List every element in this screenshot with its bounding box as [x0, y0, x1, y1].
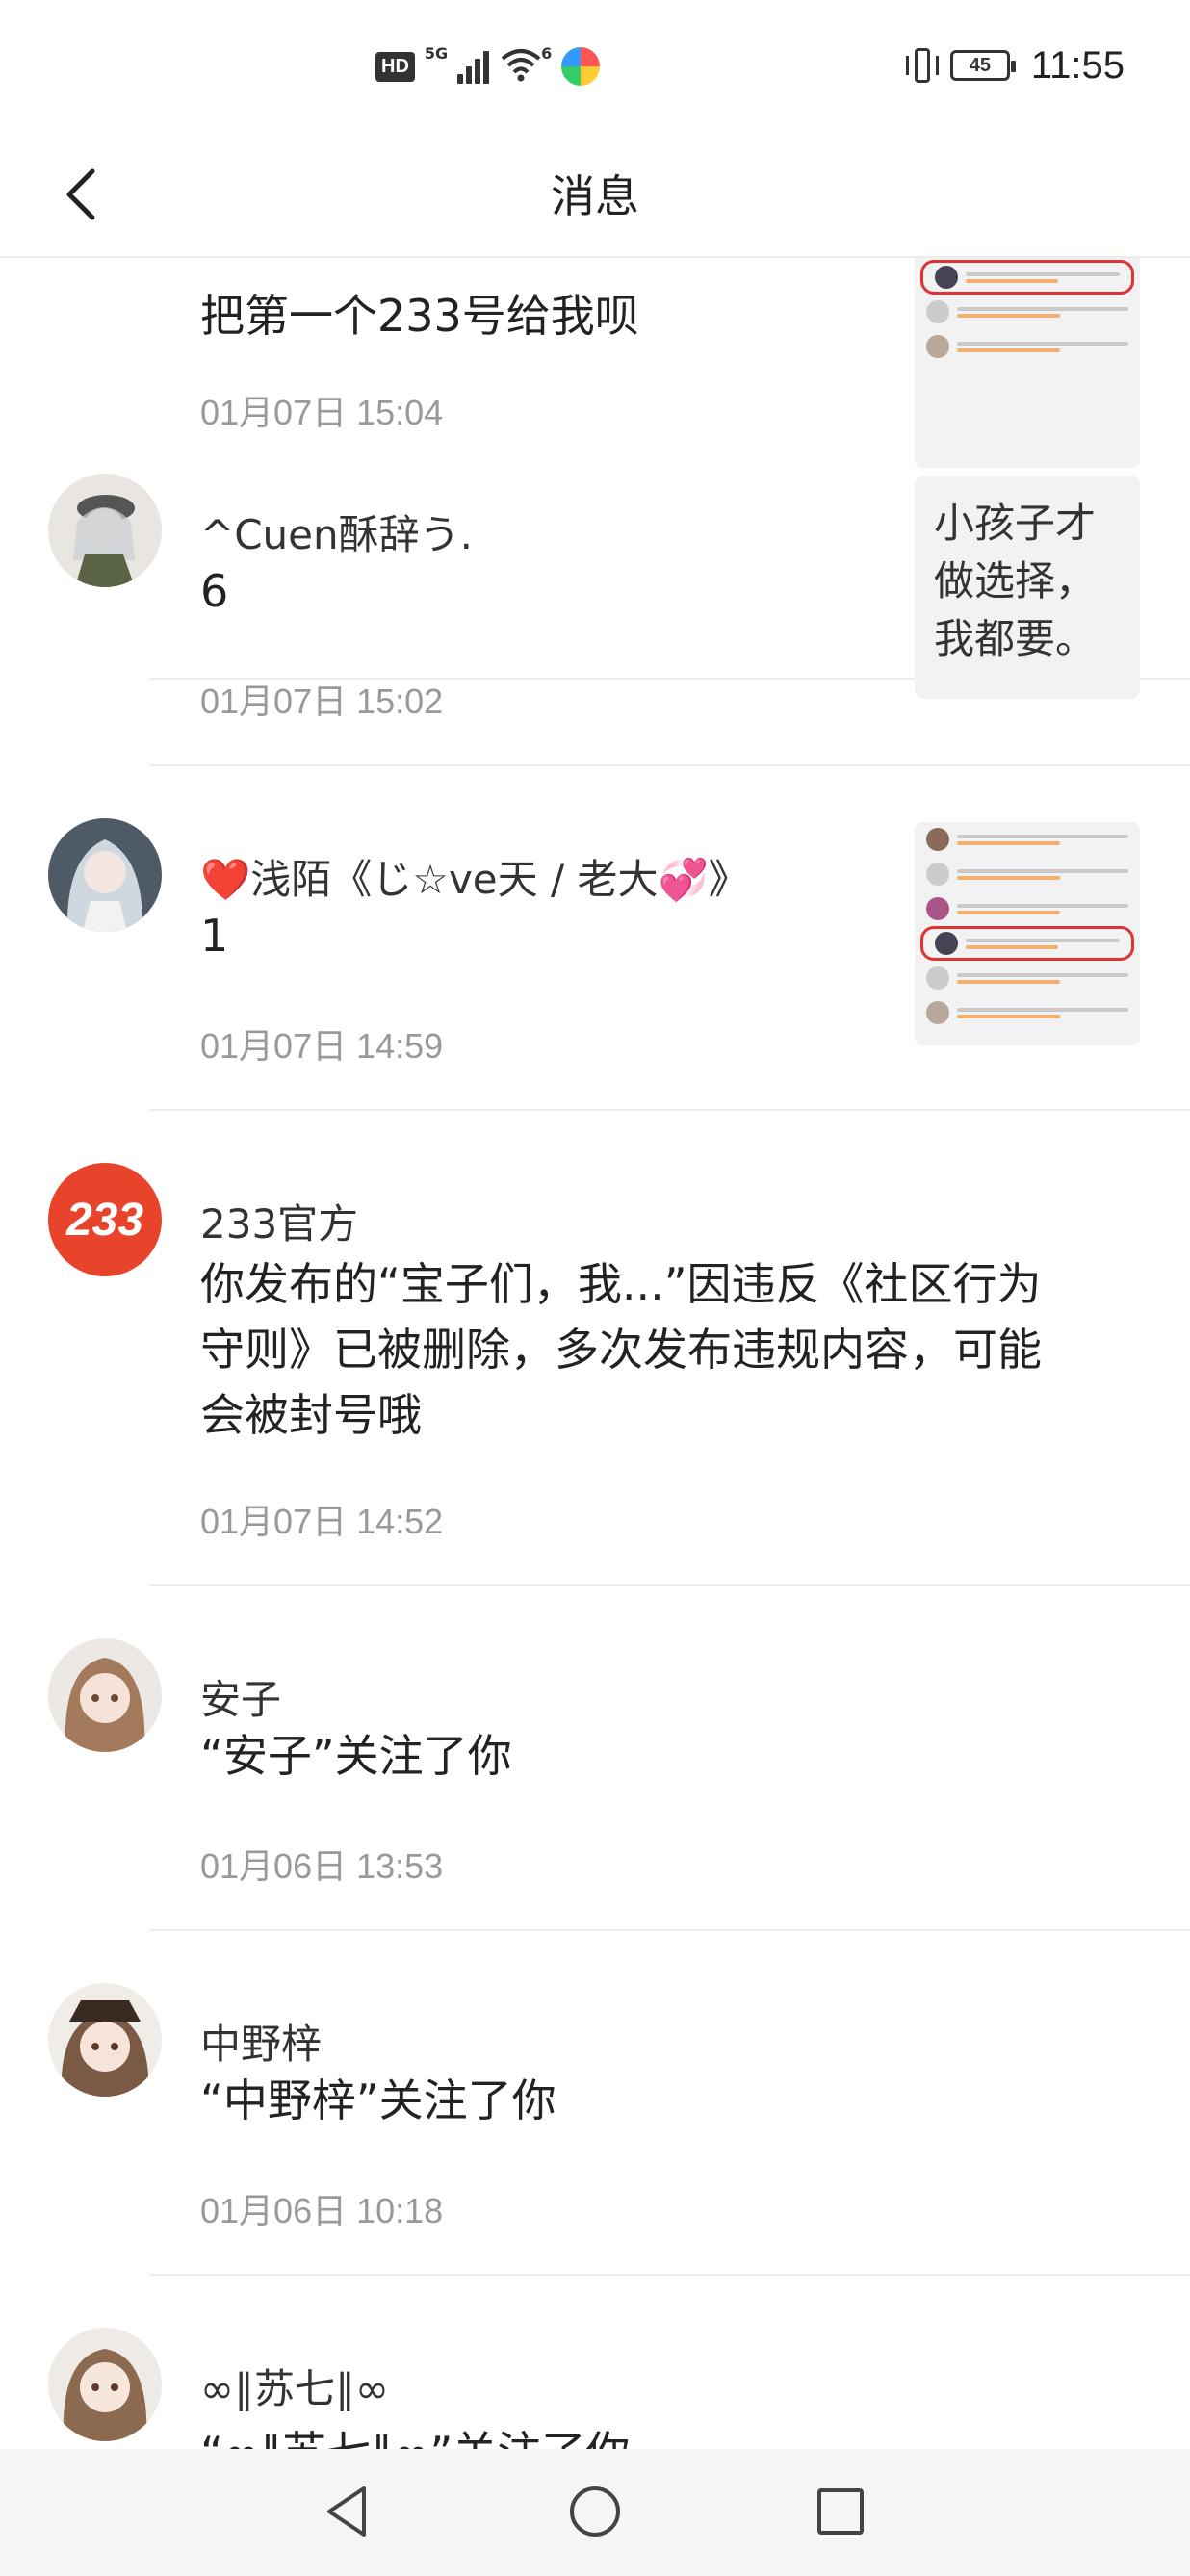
vibrate-icon [905, 46, 939, 85]
quoted-post[interactable]: 小孩子才做选择，我都要。 [915, 476, 1140, 699]
message-text: “安子”关注了你 [200, 1730, 512, 1782]
message-time: 01月06日 10:18 [200, 2191, 444, 2230]
nav-home-button[interactable] [561, 2478, 629, 2545]
status-right: 45 11:55 [905, 39, 1125, 92]
message-time: 01月07日 15:02 [200, 682, 444, 721]
nav-recents-button[interactable] [807, 2478, 874, 2545]
status-indicators: HD 5G 6 [375, 42, 601, 90]
battery-icon: 45 [949, 50, 1016, 81]
wifi-label: 6 [541, 43, 553, 63]
official-avatar[interactable]: 233 [48, 1163, 162, 1276]
clock: 11:55 [1030, 43, 1125, 87]
circle-home-icon [570, 2486, 620, 2537]
avatar-label: 233 [65, 1194, 144, 1246]
avatar[interactable] [48, 818, 162, 932]
app-notification-icon [561, 47, 601, 86]
message-time: 01月06日 13:53 [200, 1846, 444, 1886]
avatar[interactable] [48, 2328, 162, 2441]
list-item[interactable]: ^Cuen酥辞う. 6 01月07日 15:02 小孩子才做选择，我都要。 [0, 422, 1190, 766]
nav-back-button[interactable] [313, 2478, 380, 2545]
list-item[interactable]: 安子 “安子”关注了你 01月06日 13:53 [0, 1586, 1190, 1931]
message-text: “∞∥苏七∥∞”关注了你 [200, 2420, 1048, 2449]
list-item[interactable]: 中野梓 “中野梓”关注了你 01月06日 10:18 [0, 1931, 1190, 2276]
avatar[interactable] [48, 1983, 162, 2097]
app-header: 消息 [0, 135, 1190, 258]
list-item[interactable]: ∞∥苏七∥∞ “∞∥苏七∥∞”关注了你 [0, 2276, 1190, 2449]
status-bar: HD 5G 6 45 11:55 [0, 0, 1190, 135]
screenshot-thumbnail[interactable] [915, 822, 1140, 1045]
network-type: 5G [424, 43, 449, 63]
avatar[interactable] [48, 1638, 162, 1752]
list-item[interactable]: 233 233官方 你发布的“宝子们，我...”因违反《社区行为守则》已被删除，… [0, 1111, 1190, 1586]
signal-icon [457, 49, 490, 84]
message-text: “中野梓”关注了你 [200, 2074, 556, 2126]
message-time: 01月07日 14:59 [200, 1026, 444, 1066]
wifi-icon [499, 45, 543, 88]
sender-name: 安子 [200, 1676, 282, 1723]
triangle-back-icon [327, 2486, 366, 2537]
page-title: 消息 [551, 170, 639, 222]
sender-name: ❤️浅陌《じ☆ve天 / 老大💞》 [200, 856, 749, 903]
message-list[interactable]: 把第一个233号给我呗 01月07日 15:04 ^Cuen酥辞う. 6 01月… [0, 258, 1190, 2449]
message-time: 01月07日 14:52 [200, 1502, 444, 1541]
square-recents-icon [817, 2488, 864, 2535]
message-text: 你发布的“宝子们，我...”因违反《社区行为守则》已被删除，多次发布违规内容，可… [200, 1258, 1042, 1441]
sender-name: ∞∥苏七∥∞ [200, 2365, 389, 2412]
sender-name: 中野梓 [200, 2021, 323, 2068]
sender-name: 233官方 [200, 1200, 359, 1248]
sender-name: ^Cuen酥辞う. [200, 511, 473, 558]
system-nav-bar [0, 2449, 1190, 2576]
hd-badge: HD [375, 51, 415, 82]
list-item[interactable]: ❤️浅陌《じ☆ve天 / 老大💞》 1 01月07日 14:59 [0, 766, 1190, 1111]
avatar[interactable] [48, 474, 162, 587]
